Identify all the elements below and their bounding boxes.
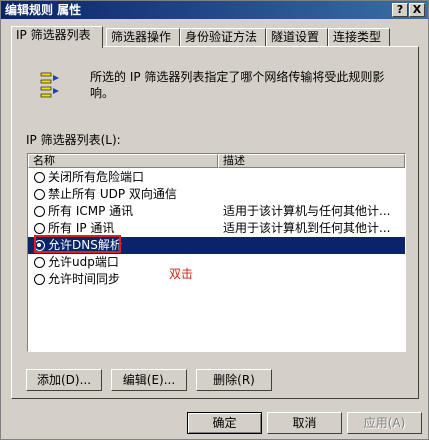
ok-button[interactable]: 确定 xyxy=(187,412,262,434)
title-bar: 编辑规则 属性 ? X xyxy=(1,1,428,19)
list-header: 名称 描述 xyxy=(28,154,405,168)
row-description: 适用于该计算机与任何其他计... xyxy=(223,204,391,218)
radio-icon[interactable] xyxy=(34,257,45,268)
row-name: 允许时间同步 xyxy=(48,272,121,286)
description-text: 所选的 IP 筛选器列表指定了哪个网络传输将受此规则影响。 xyxy=(90,70,385,100)
radio-icon[interactable] xyxy=(34,223,45,234)
tab-filter-action[interactable]: 筛选器操作 xyxy=(106,28,180,47)
tab-tunnel-settings[interactable]: 隧道设置 xyxy=(266,28,328,47)
apply-button[interactable]: 应用(A) xyxy=(347,412,422,434)
help-button[interactable]: ? xyxy=(392,3,408,17)
cancel-button[interactable]: 取消 xyxy=(267,412,342,434)
filter-row-allow-time-sync[interactable]: 允许时间同步 xyxy=(28,271,405,288)
radio-icon[interactable] xyxy=(34,172,45,183)
tab-ip-filter-list[interactable]: IP 筛选器列表 xyxy=(11,26,103,48)
radio-icon[interactable] xyxy=(34,206,45,217)
row-name: 关闭所有危险端口 xyxy=(48,170,145,184)
highlight-box xyxy=(34,235,121,253)
column-header-description[interactable]: 描述 xyxy=(218,154,405,168)
filter-row-block-udp[interactable]: 禁止所有 UDP 双向通信 xyxy=(28,186,405,203)
edit-button[interactable]: 编辑(E)... xyxy=(111,369,187,391)
window-title: 编辑规则 属性 xyxy=(5,3,82,17)
row-name: 禁止所有 UDP 双向通信 xyxy=(48,187,177,201)
filter-row-allow-udp-port[interactable]: 允许udp端口 xyxy=(28,254,405,271)
tab-auth-methods[interactable]: 身份验证方法 xyxy=(180,28,266,47)
filter-list-label: IP 筛选器列表(L): xyxy=(26,133,121,147)
radio-icon[interactable] xyxy=(34,189,45,200)
delete-button[interactable]: 删除(R) xyxy=(196,369,272,391)
tab-panel: 所选的 IP 筛选器列表指定了哪个网络传输将受此规则影响。 IP 筛选器列表(L… xyxy=(11,46,419,399)
filter-row-all-icmp[interactable]: 所有 ICMP 通讯 适用于该计算机与任何其他计... xyxy=(28,203,405,220)
row-name: 所有 ICMP 通讯 xyxy=(48,204,134,218)
add-button[interactable]: 添加(D)... xyxy=(26,369,102,391)
double-click-annotation: 双击 xyxy=(169,267,194,281)
column-header-name[interactable]: 名称 xyxy=(28,154,218,168)
filter-row-close-dangerous-ports[interactable]: 关闭所有危险端口 xyxy=(28,169,405,186)
tab-connection-type[interactable]: 连接类型 xyxy=(328,28,390,47)
properties-dialog: 编辑规则 属性 ? X IP 筛选器列表 筛选器操作 身份验证方法 隧道设置 连… xyxy=(0,0,429,440)
close-button[interactable]: X xyxy=(409,3,425,17)
radio-icon[interactable] xyxy=(34,274,45,285)
filter-list-icon xyxy=(40,72,59,98)
row-name: 允许udp端口 xyxy=(48,255,119,269)
row-description: 适用于该计算机到任何其他计... xyxy=(223,221,391,235)
